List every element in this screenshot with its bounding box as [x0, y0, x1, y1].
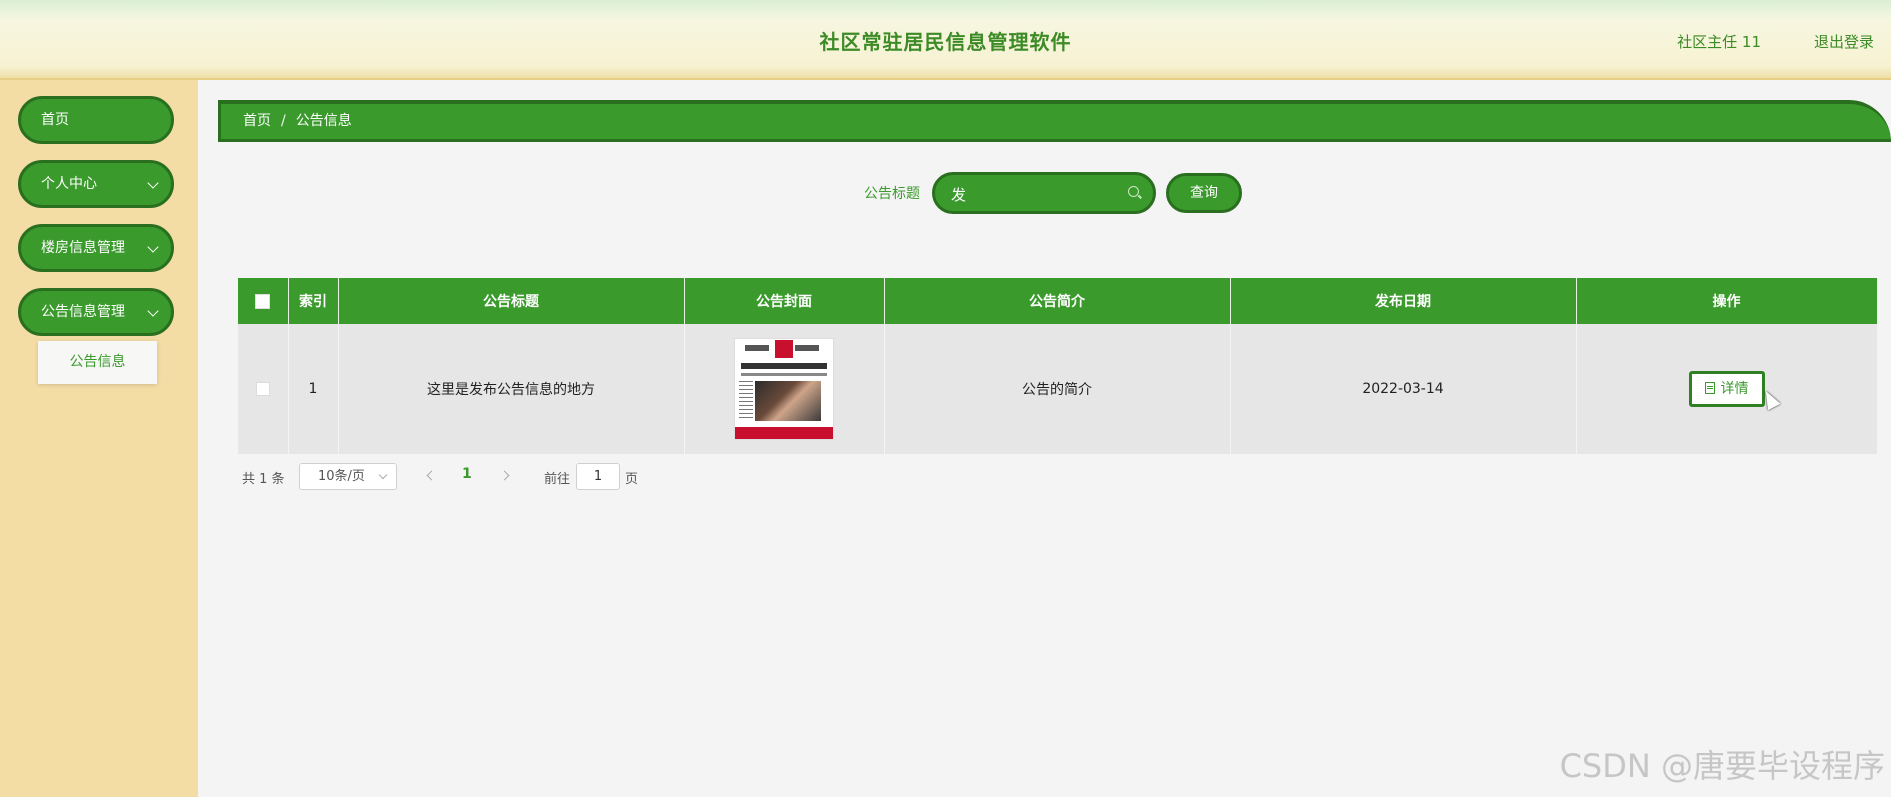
chevron-down-icon: [147, 241, 159, 253]
breadcrumb-separator: /: [281, 113, 286, 129]
search-label: 公告标题: [864, 186, 920, 202]
notice-cover-image: [734, 338, 834, 440]
query-button[interactable]: 查询: [1166, 173, 1242, 213]
select-all-checkbox[interactable]: [255, 293, 271, 309]
notice-table: 索引 公告标题 公告封面 公告简介 发布日期 操作 1 这里是发布公告信息的地方…: [238, 278, 1878, 454]
pagination-total: 共 1 条: [242, 472, 285, 487]
goto-page-input[interactable]: [576, 463, 620, 490]
goto-label: 前往: [544, 472, 571, 487]
column-header-actions: 操作: [1576, 278, 1878, 324]
page-suffix: 页: [625, 472, 639, 487]
breadcrumb-current: 公告信息: [295, 113, 352, 129]
select-all-cell: [238, 278, 289, 324]
next-page-icon[interactable]: [499, 470, 510, 481]
page-number-current[interactable]: 1: [462, 466, 472, 482]
breadcrumb: 首页 / 公告信息: [218, 100, 1891, 142]
sidebar-item-label: 楼房信息管理: [41, 240, 125, 256]
sidebar-item-notice-management[interactable]: 公告信息管理: [18, 288, 174, 336]
sidebar-item-label: 首页: [41, 112, 69, 128]
table-row: 1 这里是发布公告信息的地方 公告的简介 2022-03-14 详情: [238, 324, 1878, 454]
logout-link[interactable]: 退出登录: [1814, 31, 1874, 52]
app-title: 社区常驻居民信息管理软件: [819, 30, 1072, 54]
search-input[interactable]: [949, 175, 1113, 213]
chevron-down-icon: [147, 177, 159, 189]
sidebar-item-personal-center[interactable]: 个人中心: [18, 160, 174, 208]
app-header: 社区常驻居民信息管理软件 社区主任 11 退出登录: [0, 0, 1891, 80]
column-header-title: 公告标题: [338, 278, 685, 324]
detail-button[interactable]: 详情: [1688, 371, 1765, 407]
row-intro: 公告的简介: [884, 324, 1231, 454]
detail-button-label: 详情: [1720, 381, 1749, 397]
table-header-row: 索引 公告标题 公告封面 公告简介 发布日期 操作: [238, 278, 1878, 324]
breadcrumb-home[interactable]: 首页: [243, 113, 271, 129]
prev-page-icon[interactable]: [426, 470, 437, 481]
page-size-value: 10条/页: [318, 469, 365, 484]
row-index: 1: [288, 324, 339, 454]
chevron-down-icon: [378, 470, 388, 480]
page-size-select[interactable]: 10条/页: [299, 463, 397, 490]
column-header-index: 索引: [288, 278, 339, 324]
row-title: 这里是发布公告信息的地方: [338, 324, 685, 454]
sidebar-item-label: 个人中心: [41, 176, 97, 192]
row-cover-cell: [684, 324, 885, 454]
search-field: [932, 172, 1156, 214]
current-user: 社区主任 11: [1677, 33, 1761, 51]
column-header-cover: 公告封面: [684, 278, 885, 324]
chevron-down-icon: [147, 305, 159, 317]
sidebar: 首页 个人中心 楼房信息管理 公告信息管理: [0, 80, 198, 797]
watermark: CSDN @唐要毕设程序: [1559, 747, 1885, 785]
sidebar-item-label: 公告信息管理: [41, 304, 125, 320]
sidebar-item-building-management[interactable]: 楼房信息管理: [18, 224, 174, 272]
column-header-intro: 公告简介: [884, 278, 1231, 324]
search-icon: [1128, 186, 1139, 197]
sidebar-item-home[interactable]: 首页: [18, 96, 174, 144]
column-header-date: 发布日期: [1230, 278, 1577, 324]
document-icon: [1704, 382, 1715, 394]
submenu-item-notice-info[interactable]: 公告信息: [38, 341, 157, 384]
row-checkbox[interactable]: [255, 382, 270, 396]
row-select-cell: [238, 324, 289, 454]
row-actions-cell: 详情: [1576, 324, 1878, 454]
row-date: 2022-03-14: [1230, 324, 1577, 454]
